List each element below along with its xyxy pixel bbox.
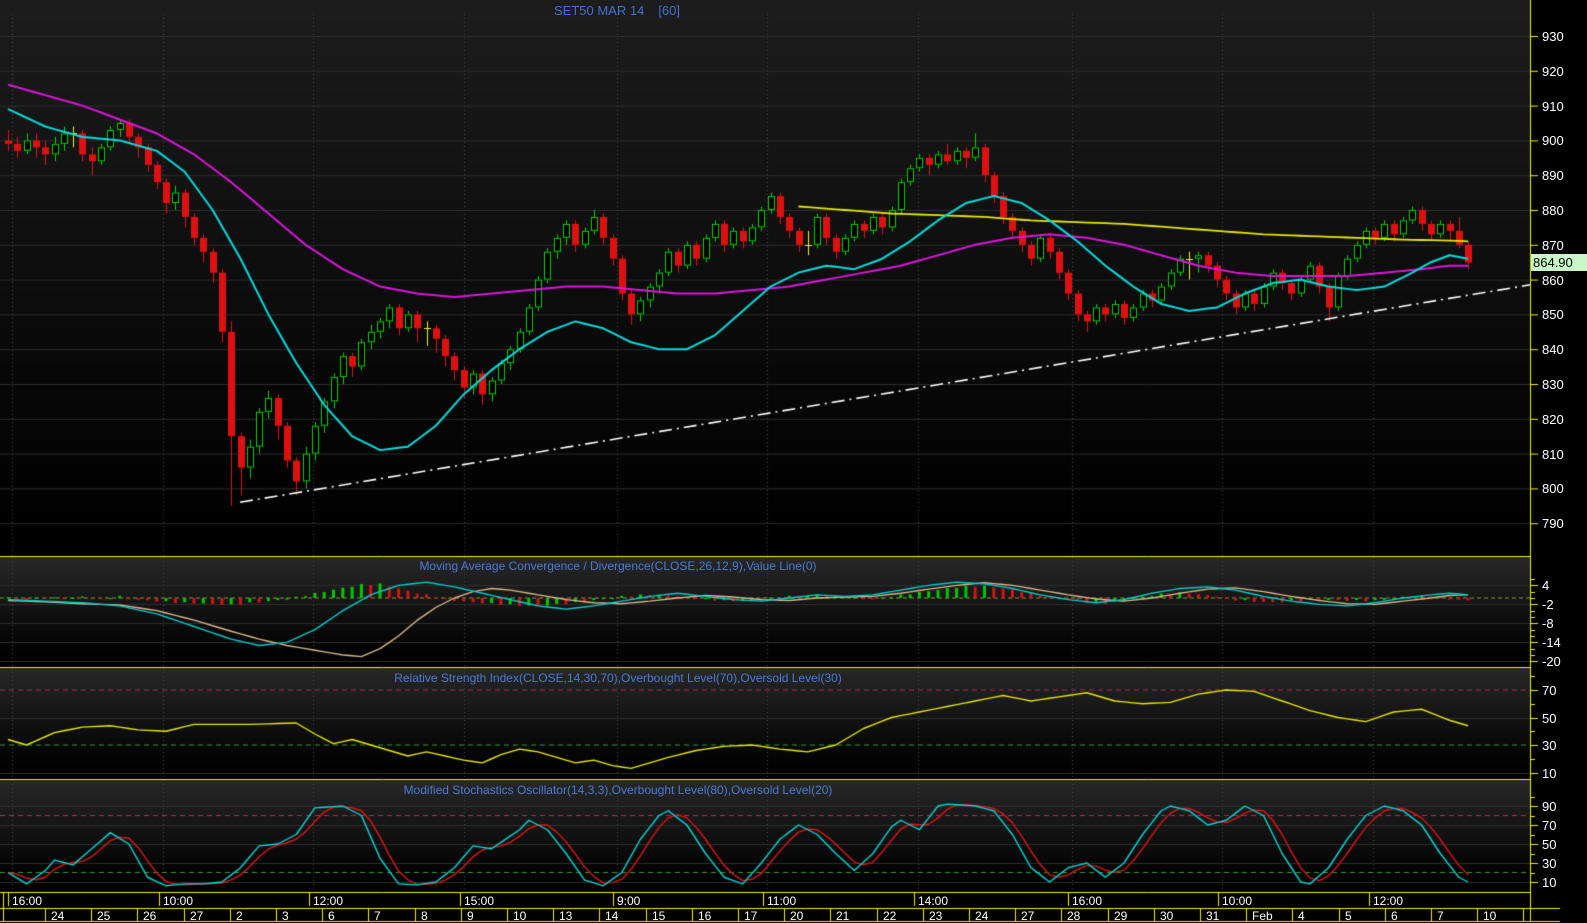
date-label: 7 — [1437, 909, 1444, 923]
time-label: 9:00 — [617, 894, 641, 908]
time-label: 15:00 — [464, 894, 495, 908]
price-tick-label: 910 — [1542, 99, 1564, 114]
date-label: 3 — [282, 909, 289, 923]
price-tick-label: 880 — [1542, 203, 1564, 218]
price-tick-label: 850 — [1542, 307, 1564, 322]
date-label: 10 — [513, 909, 527, 923]
date-label: 15 — [652, 909, 666, 923]
date-label: 30 — [1160, 909, 1174, 923]
price-tick-label: 820 — [1542, 412, 1564, 427]
date-label: 20 — [790, 909, 804, 923]
price-tick-label: 870 — [1542, 238, 1564, 253]
date-label: 21 — [836, 909, 850, 923]
date-label: 28 — [1067, 909, 1081, 923]
date-label: 8 — [421, 909, 428, 923]
date-label: 27 — [190, 909, 204, 923]
time-label: 10:00 — [1222, 894, 1253, 908]
date-label: 29 — [1114, 909, 1128, 923]
date-label: 24 — [975, 909, 989, 923]
chart-interval-badge: [60] — [658, 3, 681, 18]
date-label: 5 — [1345, 909, 1352, 923]
last-price-label: 864.90 — [1531, 254, 1587, 271]
date-label: 24 — [51, 909, 65, 923]
date-label: 6 — [328, 909, 335, 923]
price-tick-label: 810 — [1542, 447, 1564, 462]
chart-title: SET50 MAR 14 [60] — [554, 3, 680, 18]
stoch-tick-label: 90 — [1542, 799, 1557, 814]
date-label: 2 — [236, 909, 243, 923]
stoch-tick-label: 30 — [1542, 856, 1557, 871]
date-label: 25 — [97, 909, 111, 923]
stoch-tick-label: 10 — [1542, 875, 1557, 890]
stoch-tick-label: 50 — [1542, 837, 1557, 852]
chart-symbol: SET50 MAR 14 — [553, 3, 645, 18]
rsi-panel-title: Relative Strength Index(CLOSE,14,30,70),… — [394, 671, 842, 685]
macd-tick-label: -14 — [1542, 635, 1561, 650]
date-label: 6 — [1391, 909, 1398, 923]
date-label: 23 — [929, 909, 943, 923]
price-tick-label: 930 — [1542, 29, 1564, 44]
time-label: 16:00 — [12, 894, 43, 908]
date-label: 26 — [143, 909, 157, 923]
date-label: 22 — [883, 909, 897, 923]
price-tick-label: 920 — [1542, 64, 1564, 79]
time-label: 12:00 — [1373, 894, 1404, 908]
time-label: 14:00 — [918, 894, 949, 908]
rsi-tick-label: 30 — [1542, 738, 1557, 753]
date-label: 27 — [1021, 909, 1035, 923]
date-label: 31 — [1206, 909, 1220, 923]
trading-chart-window: SET50 MAR 14 [60] Moving Average Converge… — [0, 0, 1587, 923]
time-label: 11:00 — [767, 894, 797, 908]
macd-tick-label: -20 — [1542, 654, 1561, 669]
date-label: 9 — [467, 909, 474, 923]
price-tick-label: 840 — [1542, 342, 1564, 357]
price-tick-label: 900 — [1542, 133, 1564, 148]
date-label: 4 — [1298, 909, 1305, 923]
date-label: 16 — [698, 909, 712, 923]
price-tick-label: 890 — [1542, 168, 1564, 183]
price-tick-label: 830 — [1542, 377, 1564, 392]
macd-tick-label: -2 — [1542, 597, 1554, 612]
time-label: 10:00 — [163, 894, 194, 908]
rsi-tick-label: 50 — [1542, 711, 1557, 726]
date-label: 10 — [1483, 909, 1497, 923]
macd-tick-label: 4 — [1542, 578, 1550, 593]
time-label: 12:00 — [313, 894, 344, 908]
price-tick-label: 790 — [1542, 516, 1564, 531]
date-label: 17 — [744, 909, 758, 923]
rsi-tick-label: 10 — [1542, 766, 1557, 781]
time-label: 16:00 — [1072, 894, 1103, 908]
date-label: 7 — [374, 909, 381, 923]
macd-panel-title: Moving Average Convergence / Divergence(… — [419, 559, 817, 573]
price-tick-label: 860 — [1542, 273, 1564, 288]
rsi-tick-label: 70 — [1542, 683, 1557, 698]
stoch-tick-label: 70 — [1542, 818, 1557, 833]
macd-tick-label: -8 — [1542, 616, 1554, 631]
date-label: 14 — [605, 909, 619, 923]
date-label: Feb — [1252, 909, 1273, 923]
stoch-panel-title: Modified Stochastics Oscillator(14,3,3),… — [403, 783, 833, 797]
price-tick-label: 800 — [1542, 481, 1564, 496]
date-label: 13 — [559, 909, 573, 923]
